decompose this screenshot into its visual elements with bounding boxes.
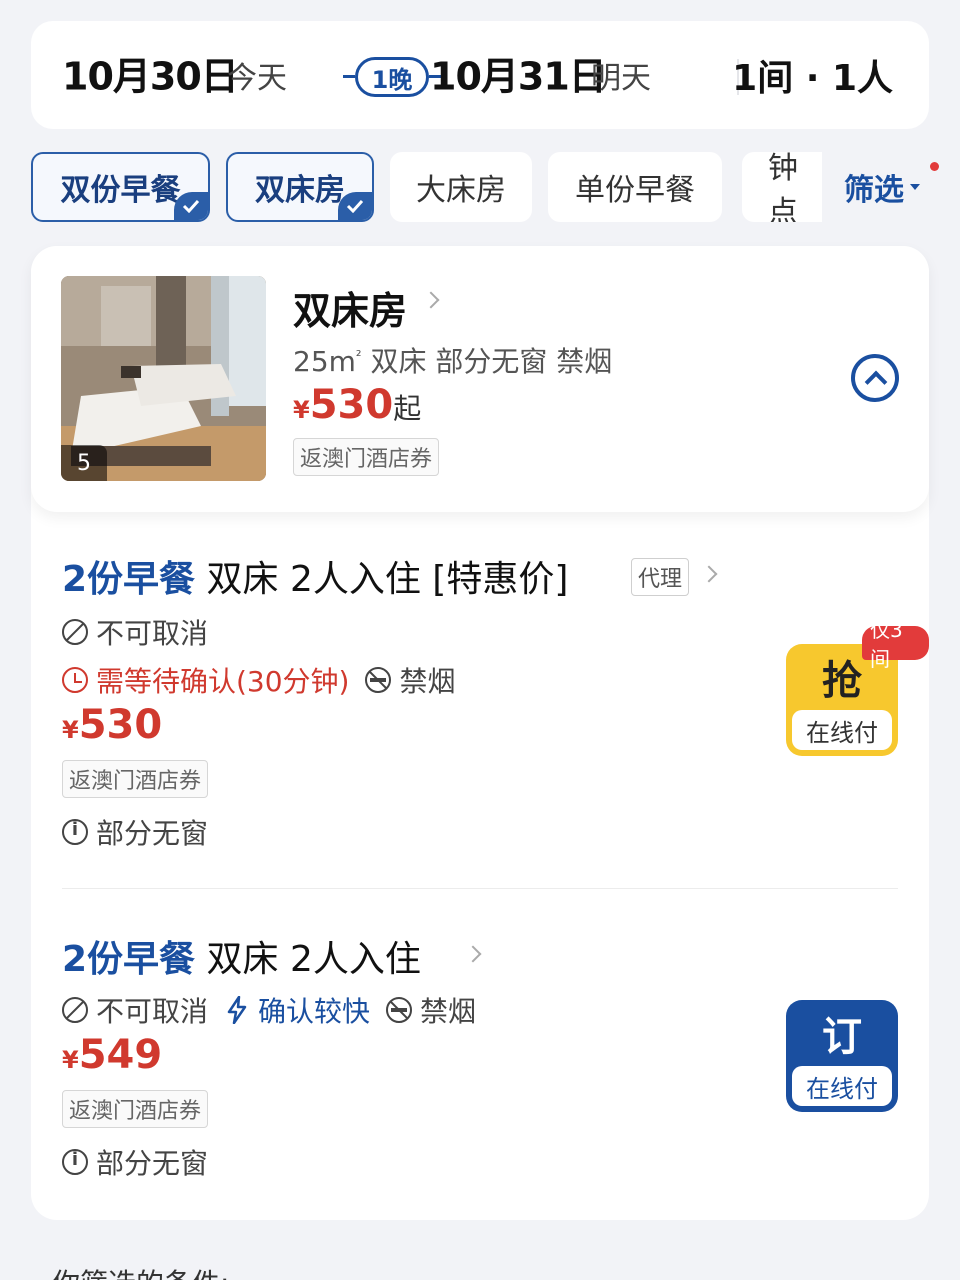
- filter-button[interactable]: 筛选: [824, 152, 934, 222]
- checkmark-icon: [174, 192, 208, 220]
- window-info: 部分无窗: [62, 1142, 208, 1182]
- room-area: 25m: [293, 345, 356, 378]
- clock-icon: [62, 667, 88, 693]
- no-cancel-icon: [62, 619, 88, 645]
- cancel-text: 不可取消: [96, 617, 209, 650]
- checkmark-icon: [338, 192, 372, 220]
- chevron-right-icon: [700, 565, 718, 583]
- no-smoking-icon: [365, 667, 392, 693]
- info-icon: [62, 819, 88, 845]
- chip-label: 单份早餐: [575, 173, 695, 208]
- plan-meal: 2份早餐: [62, 559, 196, 600]
- confirm-text: 需等待确认(30分钟): [96, 665, 350, 698]
- chip-label: 双床房: [255, 173, 345, 208]
- checkout-date[interactable]: 10月31日: [430, 46, 607, 101]
- button-main-label: 订: [822, 1014, 862, 1060]
- voucher-tag: 返澳门酒店券: [62, 760, 209, 798]
- plan-price: ¥530: [62, 702, 162, 748]
- filter-chip-king-room[interactable]: 大床房: [390, 152, 532, 222]
- filter-chip-double-breakfast[interactable]: 双份早餐: [31, 152, 210, 222]
- room-card: 5 双床房 25m² 双床 部分无窗 禁烟 ¥530起 返澳门酒店券 2份早餐 …: [31, 246, 929, 1220]
- filter-summary-label: 你筛选的条件:: [52, 1262, 229, 1280]
- plan-title[interactable]: 2份早餐 双床 2人入住: [62, 930, 421, 982]
- date-selector[interactable]: 10月30日 今天 1晚 10月31日 明天 1间 · 1人: [31, 21, 929, 129]
- agent-tag: 代理: [631, 558, 690, 596]
- price-value: 549: [78, 1032, 163, 1078]
- checkout-label: 明天: [591, 61, 651, 96]
- nights-indicator: 1晚: [343, 57, 443, 97]
- plan-title[interactable]: 2份早餐 双床 2人入住 [特惠价]: [62, 550, 568, 602]
- room-specs: 25m² 双床 部分无窗 禁烟: [293, 340, 612, 380]
- button-sub-label: 在线付: [792, 1066, 892, 1106]
- filter-chip-twin-room[interactable]: 双床房: [226, 152, 374, 222]
- plan-name: 双床 2人入住: [206, 939, 421, 980]
- chevron-right-icon: [464, 945, 482, 963]
- room-spec-text: 双床 部分无窗 禁烟: [370, 345, 613, 378]
- no-cancel-icon: [62, 997, 88, 1023]
- confirm-policy: 需等待确认(30分钟) 禁烟: [62, 660, 456, 700]
- price-suffix: 起: [393, 392, 422, 425]
- photo-count: 5: [61, 445, 107, 481]
- no-smoking-icon: [386, 997, 413, 1023]
- voucher-tag: 返澳门酒店券: [293, 438, 440, 476]
- plan-price: ¥549: [62, 1032, 162, 1078]
- divider: [62, 888, 898, 889]
- chip-label: 大床房: [416, 173, 506, 208]
- nights-count: 1晚: [355, 57, 429, 97]
- room-photo[interactable]: 5: [61, 276, 266, 481]
- room-guest-selector[interactable]: 1间 · 1人: [732, 49, 893, 101]
- filter-chip-hourly[interactable]: 钟点: [742, 152, 822, 222]
- smoke-text: 禁烟: [399, 665, 456, 698]
- cancel-text: 不可取消: [96, 995, 209, 1028]
- price-value: 530: [78, 702, 163, 748]
- currency-symbol: ¥: [293, 396, 310, 424]
- room-header[interactable]: 5 双床房 25m² 双床 部分无窗 禁烟 ¥530起 返澳门酒店券: [31, 246, 929, 512]
- currency-symbol: ¥: [62, 716, 79, 744]
- voucher-tag: 返澳门酒店券: [62, 1090, 209, 1128]
- filter-chip-single-breakfast[interactable]: 单份早餐: [548, 152, 722, 222]
- room-price: ¥530起: [293, 382, 421, 428]
- filter-label: 筛选: [844, 173, 904, 208]
- scarcity-badge: 仅3间: [862, 618, 929, 671]
- currency-symbol: ¥: [62, 1046, 79, 1074]
- confirm-text: 确认较快: [258, 995, 371, 1028]
- window-text: 部分无窗: [96, 817, 209, 850]
- chevron-right-icon: [422, 291, 440, 309]
- lightning-icon: [227, 996, 247, 1024]
- plan-name: 双床 2人入住 [特惠价]: [206, 559, 569, 600]
- checkin-date[interactable]: 10月30日: [62, 46, 239, 101]
- book-button[interactable]: 订 在线付: [786, 1000, 898, 1112]
- area-unit: ²: [355, 348, 362, 365]
- collapse-up-icon[interactable]: [851, 354, 899, 402]
- smoke-text: 禁烟: [420, 995, 477, 1028]
- checkin-label: 今天: [227, 61, 287, 96]
- price-value: 530: [309, 382, 394, 428]
- window-info: 部分无窗: [62, 812, 208, 852]
- chip-label: 钟点: [768, 152, 798, 222]
- button-sub-label: 在线付: [792, 710, 892, 750]
- chip-label: 双份早餐: [60, 173, 181, 208]
- window-text: 部分无窗: [96, 1147, 209, 1180]
- room-title: 双床房: [293, 289, 408, 333]
- info-icon: [62, 1149, 88, 1175]
- policy-line: 不可取消 确认较快 禁烟: [62, 990, 476, 1030]
- plan-meal: 2份早餐: [62, 939, 196, 980]
- caret-down-icon: [910, 184, 920, 190]
- cancel-policy: 不可取消: [62, 612, 208, 652]
- notification-dot: [930, 162, 939, 171]
